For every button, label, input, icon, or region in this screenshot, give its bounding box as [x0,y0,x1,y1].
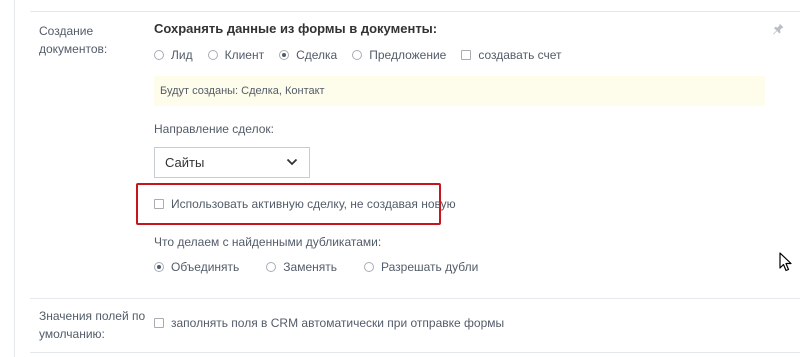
use-active-deal-checkbox[interactable] [154,199,164,209]
use-active-deal-option[interactable]: Использовать активную сделку, не создава… [154,196,456,212]
client-radio[interactable] [207,50,218,60]
duplicates-label: Что делаем с найденными дубликатами: [154,235,382,249]
divider-middle [30,298,800,299]
notice-text: Будут созданы: Сделка, Контакт [160,85,325,97]
lead-radio[interactable] [154,50,164,60]
divider-top [30,11,800,12]
crm-autofill-checkbox[interactable] [154,318,164,328]
option-deal[interactable]: Сделка [279,48,337,62]
duplicates-options: Объединять Заменять Разрешать дубли [154,258,478,276]
create-invoice-checkbox[interactable] [461,50,472,60]
defaults-row-label: Значения полей по умолчанию: [39,309,146,341]
merge-radio[interactable] [154,262,164,272]
option-client[interactable]: Клиент [207,48,265,62]
merge-label: Объединять [171,260,240,274]
deal-direction-label: Направление сделок: [154,122,274,136]
chevron-down-icon [286,158,298,166]
divider-bottom [30,352,800,353]
option-merge[interactable]: Объединять [154,260,239,274]
replace-label: Заменять [283,260,338,274]
proposal-radio[interactable] [352,50,363,60]
replace-radio[interactable] [266,262,277,272]
crm-autofill-option[interactable]: заполнять поля в CRM автоматически при о… [154,314,504,332]
crm-form-settings-panel: Создание документов: Сохранять данные из… [0,0,800,357]
panel-left-border [14,0,15,357]
document-type-options: Лид Клиент Сделка Предложение создавать … [154,46,562,64]
proposal-label: Предложение [369,48,447,62]
deal-direction-select[interactable]: Сайты [154,147,310,178]
deal-label: Сделка [296,48,338,62]
use-active-deal-label: Использовать активную сделку, не создава… [171,197,456,211]
client-label: Клиент [224,48,265,62]
allow-duplicates-radio[interactable] [364,262,375,272]
create-invoice-label: создавать счет [478,48,562,62]
crm-autofill-label: заполнять поля в CRM автоматически при о… [171,316,505,330]
documents-row-label: Создание документов: [39,24,108,56]
lead-label: Лид [171,48,193,62]
option-replace[interactable]: Заменять [266,260,337,274]
documents-section-title: Сохранять данные из формы в документы: [154,21,438,36]
option-allow-duplicates[interactable]: Разрешать дубли [364,260,478,274]
allow-duplicates-label: Разрешать дубли [381,260,479,274]
pin-icon[interactable] [771,22,785,36]
deal-direction-value: Сайты [165,155,205,170]
option-create-invoice[interactable]: создавать счет [461,48,562,62]
option-lead[interactable]: Лид [154,48,193,62]
mouse-cursor-icon [779,252,792,272]
deal-radio[interactable] [279,50,290,60]
option-proposal[interactable]: Предложение [352,48,446,62]
created-documents-notice: Будут созданы: Сделка, Контакт [154,76,765,106]
